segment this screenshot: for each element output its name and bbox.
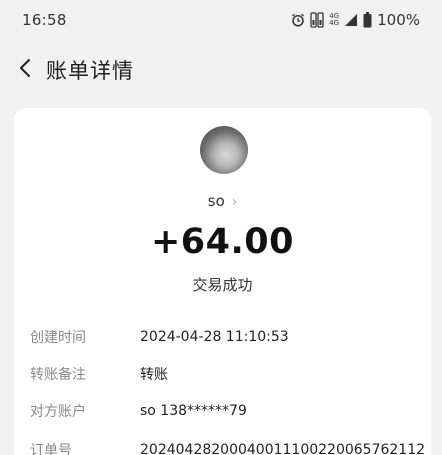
detail-value: 转账 bbox=[140, 367, 168, 383]
status-icons: 4G 4G 100% bbox=[291, 11, 420, 29]
battery-icon bbox=[363, 12, 372, 28]
payee-name: so bbox=[207, 192, 225, 210]
detail-label: 订单号 bbox=[30, 443, 72, 455]
detail-label: 对方账户 bbox=[30, 404, 86, 420]
detail-row-remark: 转账备注 转账 bbox=[30, 363, 430, 385]
detail-value[interactable]: 20240428200040011100220065762112 bbox=[140, 442, 425, 455]
bill-card: so › +64.00 交易成功 创建时间 2024-04-28 11:10:5… bbox=[14, 108, 431, 455]
dual-sim-icon bbox=[310, 12, 324, 28]
page-title: 账单详情 bbox=[46, 59, 134, 83]
signal-icon bbox=[344, 13, 358, 27]
transaction-amount: +64.00 bbox=[150, 222, 295, 262]
nav-bar: 账单详情 bbox=[0, 48, 442, 92]
avatar[interactable] bbox=[200, 126, 248, 174]
detail-label: 创建时间 bbox=[30, 330, 86, 346]
chevron-right-icon: › bbox=[231, 194, 238, 210]
alarm-clock-icon bbox=[291, 13, 305, 27]
network-type-b: 4G bbox=[329, 19, 340, 27]
detail-row-order-number: 订单号 20240428200040011100220065762112 bbox=[30, 439, 430, 455]
back-button[interactable] bbox=[14, 55, 36, 85]
status-time: 16:58 bbox=[22, 11, 67, 29]
chevron-left-icon bbox=[19, 58, 31, 82]
battery-percent: 100% bbox=[377, 11, 420, 29]
payee-link[interactable]: so › bbox=[14, 192, 431, 210]
status-bar: 16:58 4G 4G 100% bbox=[0, 0, 442, 40]
detail-row-created-time: 创建时间 2024-04-28 11:10:53 bbox=[30, 326, 430, 348]
detail-value: 2024-04-28 11:10:53 bbox=[140, 329, 289, 345]
detail-value: so 138******79 bbox=[140, 403, 247, 419]
network-type: 4G 4G bbox=[329, 13, 339, 27]
transaction-status: 交易成功 bbox=[192, 276, 253, 294]
detail-row-counterparty: 对方账户 so 138******79 bbox=[30, 400, 430, 422]
detail-label: 转账备注 bbox=[30, 367, 86, 383]
